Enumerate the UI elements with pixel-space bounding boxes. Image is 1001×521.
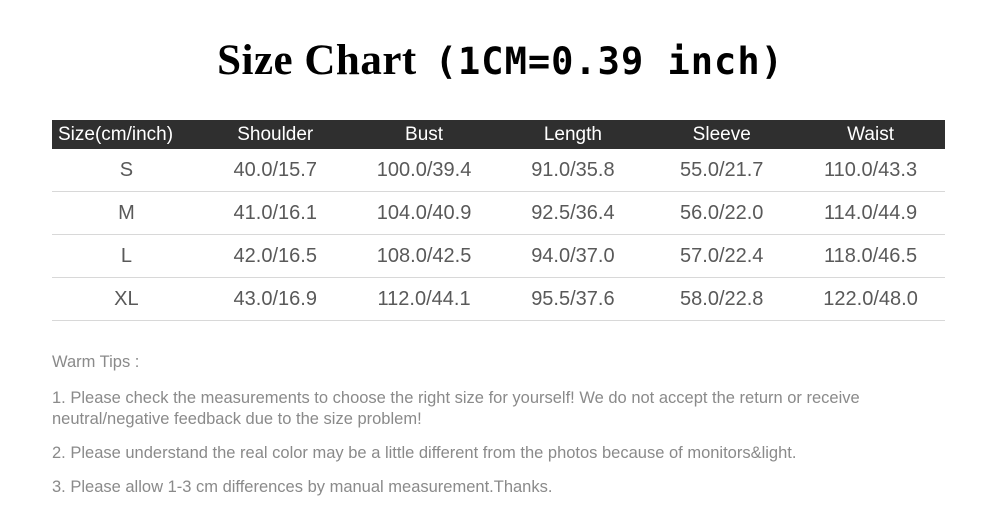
cell-shoulder: 40.0/15.7 (200, 149, 350, 192)
column-header-bust: Bust (349, 120, 499, 149)
cell-bust: 112.0/44.1 (349, 277, 499, 321)
cell-shoulder: 43.0/16.9 (200, 277, 350, 321)
cell-bust: 108.0/42.5 (349, 234, 499, 278)
table-body: S 40.0/15.7 100.0/39.4 91.0/35.8 55.0/21… (52, 149, 945, 321)
column-header-sleeve: Sleeve (647, 120, 797, 149)
table-row: M 41.0/16.1 104.0/40.9 92.5/36.4 56.0/22… (52, 191, 945, 235)
table-row: S 40.0/15.7 100.0/39.4 91.0/35.8 55.0/21… (52, 149, 945, 192)
cell-size: S (52, 149, 201, 192)
size-chart-page: Size Chart (1CM=0.39 inch) Size(cm/inch) … (0, 0, 1001, 521)
column-header-length: Length (498, 120, 648, 149)
cell-length: 92.5/36.4 (498, 191, 648, 235)
cell-size: XL (52, 277, 201, 321)
warm-tip-item: 3. Please allow 1-3 cm differences by ma… (52, 478, 553, 496)
warm-tips-section: Warm Tips : 1. Please check the measurem… (52, 352, 952, 511)
cell-sleeve: 58.0/22.8 (647, 277, 797, 321)
column-header-size: Size(cm/inch) (52, 120, 201, 149)
cell-bust: 104.0/40.9 (349, 191, 499, 235)
warm-tip-item: 1. Please check the measurements to choo… (52, 389, 860, 428)
warm-tips-heading: Warm Tips : (52, 353, 140, 371)
cell-size: M (52, 191, 201, 235)
cell-waist: 122.0/48.0 (796, 277, 945, 321)
cell-size: L (52, 234, 201, 278)
cell-sleeve: 55.0/21.7 (647, 149, 797, 192)
table-row: XL 43.0/16.9 112.0/44.1 95.5/37.6 58.0/2… (52, 277, 945, 321)
cell-shoulder: 41.0/16.1 (200, 191, 350, 235)
page-title: Size Chart (1CM=0.39 inch) (0, 36, 1001, 85)
cell-bust: 100.0/39.4 (349, 149, 499, 192)
table-header: Size(cm/inch) Shoulder Bust Length Sleev… (52, 120, 945, 149)
warm-tip-item: 2. Please understand the real color may … (52, 444, 797, 462)
cell-sleeve: 56.0/22.0 (647, 191, 797, 235)
cell-sleeve: 57.0/22.4 (647, 234, 797, 278)
cell-shoulder: 42.0/16.5 (200, 234, 350, 278)
cell-length: 91.0/35.8 (498, 149, 648, 192)
column-header-shoulder: Shoulder (200, 120, 350, 149)
cell-waist: 118.0/46.5 (796, 234, 945, 278)
column-header-waist: Waist (796, 120, 945, 149)
cell-waist: 114.0/44.9 (796, 191, 945, 235)
table-row: L 42.0/16.5 108.0/42.5 94.0/37.0 57.0/22… (52, 234, 945, 278)
cell-length: 95.5/37.6 (498, 277, 648, 321)
title-main-text: Size Chart (217, 37, 417, 84)
cell-length: 94.0/37.0 (498, 234, 648, 278)
size-chart-table: Size(cm/inch) Shoulder Bust Length Sleev… (52, 120, 945, 321)
table-header-row: Size(cm/inch) Shoulder Bust Length Sleev… (52, 120, 945, 149)
cell-waist: 110.0/43.3 (796, 149, 945, 192)
title-conversion-note: (1CM=0.39 inch) (434, 40, 784, 83)
